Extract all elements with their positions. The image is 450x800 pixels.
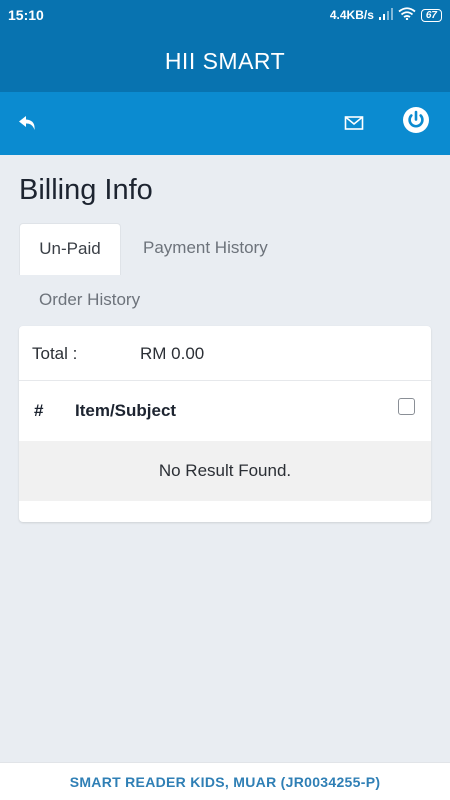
- status-time: 15:10: [8, 7, 44, 23]
- tab-order-history[interactable]: Order History: [39, 290, 140, 310]
- logout-button[interactable]: [400, 104, 432, 136]
- tab-payment-history[interactable]: Payment History: [143, 238, 268, 258]
- wifi-icon: [398, 7, 416, 23]
- page-title: Billing Info: [19, 174, 153, 206]
- status-bar: 15:10 4.4KB/s 67: [0, 0, 450, 30]
- total-row: Total : RM 0.00: [19, 326, 431, 381]
- toolbar: [0, 92, 450, 155]
- battery-icon: 67: [420, 8, 442, 22]
- power-icon: [403, 107, 429, 133]
- column-header-item: Item/Subject: [75, 401, 177, 420]
- select-all-checkbox[interactable]: [398, 398, 415, 415]
- back-button[interactable]: [12, 107, 44, 139]
- app-header: HII SMART: [0, 30, 450, 92]
- status-indicators: 4.4KB/s 67: [330, 7, 442, 23]
- envelope-icon: [344, 116, 364, 130]
- undo-arrow-icon: [19, 116, 35, 130]
- total-label: Total :: [32, 344, 78, 363]
- billing-card: Total : RM 0.00 # Item/Subject No Result…: [19, 326, 431, 522]
- mail-button[interactable]: [338, 107, 370, 139]
- footer-company-name: SMART READER KIDS, MUAR (JR0034255-P): [69, 774, 381, 790]
- signal-icon: [378, 7, 393, 23]
- tab-un-paid[interactable]: Un-Paid: [19, 223, 121, 275]
- column-header-number: #: [34, 401, 44, 420]
- empty-result-message: No Result Found.: [19, 441, 431, 501]
- table-header: # Item/Subject: [19, 381, 431, 441]
- footer: SMART READER KIDS, MUAR (JR0034255-P): [0, 762, 450, 800]
- app-title: HII SMART: [164, 48, 286, 74]
- network-speed: 4.4KB/s: [329, 8, 374, 22]
- total-value: RM 0.00: [140, 344, 205, 363]
